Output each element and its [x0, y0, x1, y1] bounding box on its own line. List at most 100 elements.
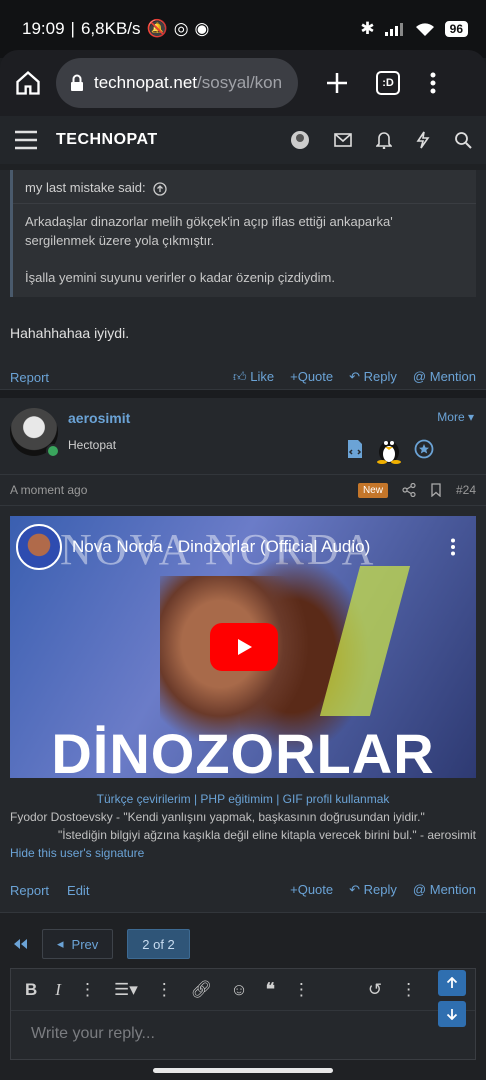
lock-icon — [70, 74, 84, 92]
scroll-top-button[interactable] — [438, 970, 466, 996]
arrow-up-icon — [446, 977, 458, 988]
post-time[interactable]: A moment ago — [10, 483, 358, 497]
linux-penguin-icon[interactable] — [376, 434, 402, 464]
reply-editor: B I ⋮ ☰▾ ⋮ 🔗︎ ☺ ❝ ⋮ ↺ ⋮ Write your reply… — [0, 964, 486, 1064]
jump-up-icon[interactable] — [153, 181, 167, 196]
page-indicator[interactable]: 2 of 2 — [127, 929, 190, 959]
more-vert-icon[interactable]: ⋮ — [79, 980, 96, 1000]
quote-button[interactable]: +Quote — [290, 369, 333, 385]
home-icon[interactable] — [14, 69, 42, 97]
bluetooth-icon: ✱ — [360, 19, 375, 38]
signature-quote-2: "İstediğin bilgiyi ağzına kaşıkla değil … — [57, 828, 476, 842]
signature-quote-1: Fyodor Dostoevsky - "Kendi yanlışını yap… — [10, 810, 425, 824]
reply-icon: ↶ — [349, 882, 361, 897]
site-logo[interactable]: TECHNOPAT — [56, 131, 290, 149]
share-icon[interactable] — [402, 483, 416, 497]
edit-link[interactable]: Edit — [67, 883, 89, 898]
gesture-bar — [0, 1064, 486, 1080]
bell-icon[interactable] — [376, 131, 392, 149]
more-vert-icon[interactable]: ⋮ — [400, 980, 417, 1000]
play-icon — [238, 639, 252, 655]
php-badge-icon[interactable] — [346, 439, 364, 459]
more-vert-icon[interactable]: ⋮ — [156, 980, 173, 1000]
inbox-icon[interactable] — [334, 133, 352, 147]
play-button[interactable] — [210, 623, 278, 671]
editor-toolbar: B I ⋮ ☰▾ ⋮ 🔗︎ ☺ ❝ ⋮ ↺ ⋮ — [11, 969, 475, 1011]
report-link[interactable]: Report — [10, 370, 49, 385]
quote-button[interactable]: +Quote — [290, 882, 333, 898]
italic-icon[interactable]: I — [55, 980, 61, 1000]
new-badge: New — [357, 482, 388, 498]
video-title[interactable]: Nova Norda - Dinozorlar (Official Audio) — [72, 537, 450, 557]
quote-header[interactable]: my last mistake said: — [13, 178, 476, 204]
quote-icon[interactable]: ❝ — [266, 980, 275, 1000]
prev-page-button[interactable]: ◂ Prev — [42, 929, 114, 959]
status-time: 19:09 — [22, 19, 65, 38]
more-button[interactable]: More ▾ — [437, 410, 474, 424]
url-host: technopat.net — [94, 73, 198, 92]
site-navbar: TECHNOPAT — [0, 116, 486, 164]
arrow-down-icon — [446, 1009, 458, 1020]
quote-author[interactable]: my last mistake said: — [25, 180, 146, 195]
post: my last mistake said: Arkadaşlar dinazor… — [0, 170, 486, 390]
hide-signature-link[interactable]: Hide this user's signature — [10, 844, 476, 862]
user-rank: Hectopat — [68, 438, 117, 452]
thumb-up-icon: 👍︎ — [233, 369, 247, 384]
user-signature: Türkçe çevirilerim | PHP eğitimim | GIF … — [0, 778, 486, 862]
hamburger-icon[interactable] — [14, 130, 38, 150]
browser-toolbar: technopat.net/sosyal/kon :D — [0, 50, 486, 116]
post: aerosimit Hectopat More ▾ A moment ago N… — [0, 398, 486, 913]
reply-button[interactable]: ↶ Reply — [349, 369, 397, 385]
list-icon[interactable]: ☰▾ — [114, 980, 138, 1000]
username[interactable]: aerosimit — [68, 410, 130, 426]
thread-content: my last mistake said: Arkadaşlar dinazor… — [0, 164, 486, 964]
bookmark-icon[interactable] — [430, 483, 442, 497]
mention-button[interactable]: @ Mention — [413, 882, 476, 898]
reply-icon: ↶ — [349, 369, 361, 384]
mute-icon: 🔕 — [146, 19, 168, 38]
video-menu-icon[interactable] — [450, 538, 456, 556]
plus-icon: + — [290, 369, 298, 384]
more-vert-icon[interactable]: ⋮ — [293, 980, 310, 1000]
report-link[interactable]: Report — [10, 883, 49, 898]
tab-switcher-button[interactable]: :D — [376, 71, 400, 95]
at-icon: @ — [412, 369, 427, 384]
like-button[interactable]: 👍︎ Like — [233, 369, 274, 385]
bolt-icon[interactable] — [416, 131, 430, 149]
post-user-block: aerosimit Hectopat More ▾ — [0, 398, 486, 474]
bold-icon[interactable]: B — [25, 980, 37, 1000]
post-actions: Report Edit +Quote ↶ Reply @ Mention — [0, 868, 486, 912]
emoji-icon[interactable]: ☺ — [230, 980, 247, 1000]
post-meta: A moment ago New #24 — [0, 474, 486, 506]
video-header: Nova Norda - Dinozorlar (Official Audio) — [16, 524, 456, 570]
scroll-bottom-button[interactable] — [438, 1001, 466, 1027]
post-number[interactable]: #24 — [456, 483, 476, 497]
undo-icon[interactable]: ↺ — [368, 980, 382, 1000]
network-speed: 6,8KB/s — [80, 19, 141, 38]
message-text: Hahahhahaa iyiydi. — [10, 325, 130, 341]
search-icon[interactable] — [454, 131, 472, 149]
at-icon: @ — [412, 882, 427, 897]
caret-down-icon: ▾ — [467, 410, 474, 424]
star-badge-icon[interactable] — [414, 439, 434, 459]
first-page-icon[interactable] — [12, 938, 28, 950]
new-tab-icon[interactable] — [326, 72, 348, 94]
video-big-title: DİNOZORLAR — [51, 722, 435, 778]
channel-avatar[interactable] — [16, 524, 62, 570]
signature-links[interactable]: Türkçe çevirilerim | PHP eğitimim | GIF … — [10, 790, 476, 808]
youtube-embed[interactable]: NOVA NORDA DİNOZORLAR Nova Norda - Dinoz… — [10, 516, 476, 778]
home-indicator[interactable] — [153, 1068, 333, 1073]
menu-kebab-icon[interactable] — [430, 72, 436, 94]
signal-icon — [384, 22, 405, 36]
discord-icon: ◉ — [194, 19, 210, 38]
url-bar[interactable]: technopat.net/sosyal/kon — [56, 58, 298, 108]
reply-input[interactable]: Write your reply... — [11, 1011, 475, 1057]
pagination: ◂ Prev 2 of 2 — [0, 919, 486, 964]
avatar[interactable] — [10, 408, 60, 458]
quote-text-2: İşalla yemini suyunu verirler o kadar öz… — [25, 270, 335, 285]
quote-text-1: Arkadaşlar dinazorlar melih gökçek'in aç… — [25, 214, 393, 248]
mention-button[interactable]: @ Mention — [413, 369, 476, 385]
link-icon[interactable]: 🔗︎ — [191, 980, 213, 1000]
user-avatar-icon[interactable] — [290, 130, 310, 150]
reply-button[interactable]: ↶ Reply — [349, 882, 397, 898]
